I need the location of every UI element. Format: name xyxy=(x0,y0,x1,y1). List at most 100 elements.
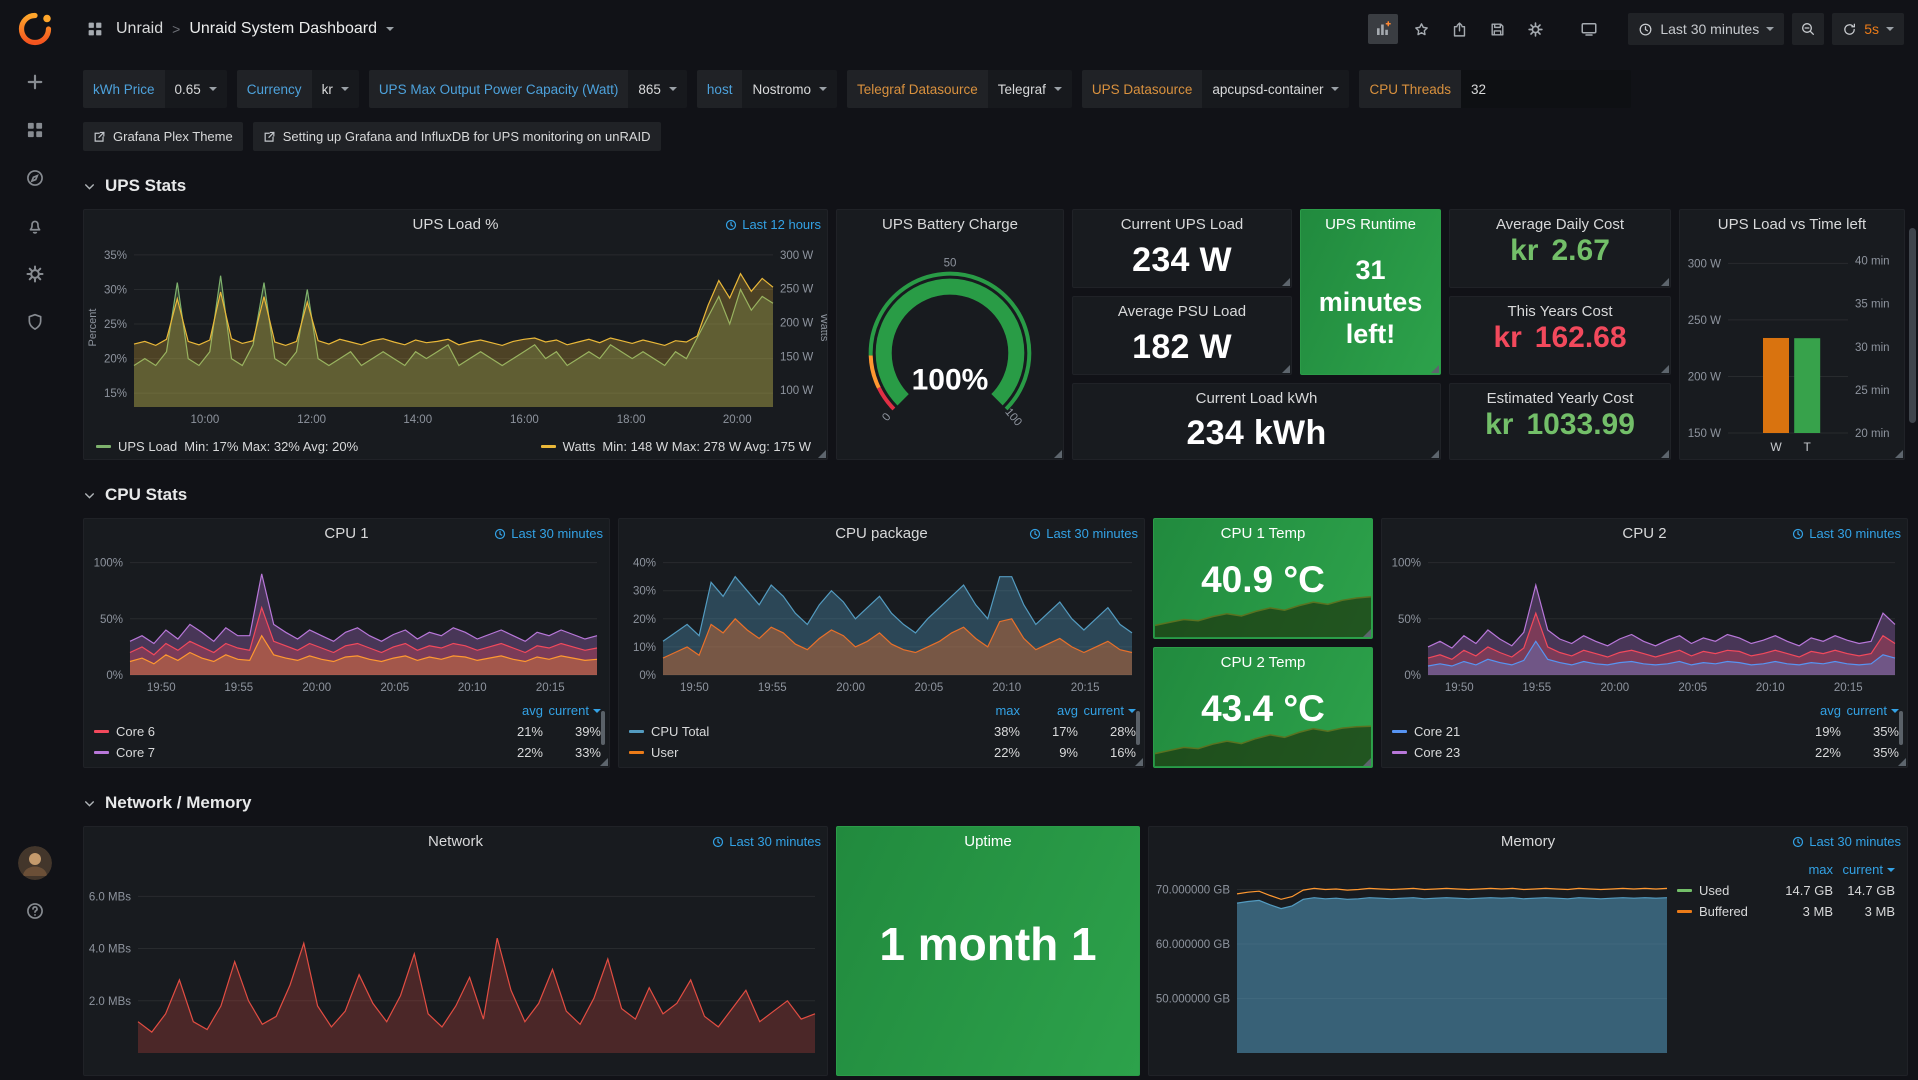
legend-col-avg[interactable]: avg xyxy=(485,703,543,718)
chevron-down-icon[interactable] xyxy=(386,27,394,31)
panel-title[interactable]: UPS Battery Charge xyxy=(882,216,1018,233)
row-header-ups-stats[interactable]: UPS Stats xyxy=(83,173,1908,199)
configuration-gear-icon[interactable] xyxy=(0,250,70,298)
create-plus-icon[interactable] xyxy=(0,58,70,106)
resize-handle[interactable] xyxy=(1054,450,1062,458)
panel-title[interactable]: Average PSU Load xyxy=(1118,303,1246,320)
panel-title[interactable]: CPU 2 Temp xyxy=(1221,654,1306,671)
panel-time-range[interactable]: Last 30 minutes xyxy=(1792,526,1901,541)
load-vs-time-chart[interactable]: 150 W200 W250 W300 W20 min25 min30 min35… xyxy=(1680,238,1904,459)
panel-title[interactable]: Current UPS Load xyxy=(1121,216,1244,233)
panel-time-range[interactable]: Last 30 minutes xyxy=(712,834,821,849)
refresh-interval[interactable]: 5s xyxy=(1864,21,1879,37)
resize-handle[interactable] xyxy=(1363,629,1371,637)
legend-series[interactable]: CPU Total xyxy=(629,724,962,739)
server-admin-shield-icon[interactable] xyxy=(0,298,70,346)
cpu2-chart[interactable]: 0%50%100%19:5019:5520:0020:0520:1020:15 xyxy=(1382,547,1907,697)
legend-series[interactable]: Core 6 xyxy=(94,724,485,739)
panel-title[interactable]: UPS Runtime xyxy=(1325,216,1416,233)
panel-title[interactable]: CPU 2 xyxy=(1622,525,1666,542)
explore-compass-icon[interactable] xyxy=(0,154,70,202)
variable-value-dropdown[interactable]: apcupsd-container xyxy=(1202,70,1349,108)
zoom-out-button[interactable] xyxy=(1792,13,1824,45)
resize-handle[interactable] xyxy=(600,758,608,766)
resize-handle[interactable] xyxy=(1282,365,1290,373)
time-range-picker[interactable]: Last 30 minutes xyxy=(1628,13,1784,45)
resize-handle[interactable] xyxy=(1661,278,1669,286)
legend-col-max[interactable]: max xyxy=(1771,862,1833,877)
panel-title[interactable]: Average Daily Cost xyxy=(1496,216,1624,233)
legend-series[interactable]: Buffered xyxy=(1677,904,1771,919)
row-header-cpu-stats[interactable]: CPU Stats xyxy=(83,482,1908,508)
resize-handle[interactable] xyxy=(1431,450,1439,458)
user-avatar[interactable] xyxy=(0,839,70,887)
panel-title[interactable]: Estimated Yearly Cost xyxy=(1487,390,1634,407)
apps-grid-icon[interactable] xyxy=(84,14,106,44)
panel-title[interactable]: UPS Load vs Time left xyxy=(1718,216,1866,233)
panel-title[interactable]: This Years Cost xyxy=(1507,303,1612,320)
resize-handle[interactable] xyxy=(1135,758,1143,766)
resize-handle[interactable] xyxy=(818,450,826,458)
legend-series[interactable]: Core 7 xyxy=(94,745,485,760)
variable-ups-datasource[interactable]: UPS Datasource apcupsd-container xyxy=(1082,70,1350,108)
panel-title[interactable]: Network xyxy=(428,833,483,850)
breadcrumb-folder[interactable]: Unraid xyxy=(116,20,163,38)
legend-col-current[interactable]: current xyxy=(1833,862,1895,877)
panel-title[interactable]: Uptime xyxy=(964,833,1012,850)
panel-title[interactable]: Current Load kWh xyxy=(1196,390,1318,407)
variable-value-dropdown[interactable]: Nostromo xyxy=(742,70,837,108)
resize-handle[interactable] xyxy=(1661,365,1669,373)
resize-handle[interactable] xyxy=(1898,758,1906,766)
legend-col-current[interactable]: current xyxy=(1078,703,1136,718)
legend-col-current[interactable]: current xyxy=(1841,703,1899,718)
resize-handle[interactable] xyxy=(1282,278,1290,286)
panel-title[interactable]: CPU package xyxy=(835,525,928,542)
panel-time-range[interactable]: Last 30 minutes xyxy=(1792,834,1901,849)
resize-handle[interactable] xyxy=(1661,450,1669,458)
link-ups-monitoring-guide[interactable]: Setting up Grafana and InfluxDB for UPS … xyxy=(253,122,661,151)
alerting-bell-icon[interactable] xyxy=(0,202,70,250)
legend-series[interactable]: Core 21 xyxy=(1392,724,1783,739)
cpu-threads-input[interactable] xyxy=(1461,70,1631,108)
panel-time-range[interactable]: Last 30 minutes xyxy=(1029,526,1138,541)
legend-col-avg[interactable]: avg xyxy=(1020,703,1078,718)
legend-series[interactable]: Core 23 xyxy=(1392,745,1783,760)
ups-load-chart[interactable]: 15%20%25%30%35%100 W150 W200 W250 W300 W… xyxy=(84,238,827,429)
variable-value-dropdown[interactable]: 0.65 xyxy=(165,70,227,108)
variable-value-dropdown[interactable]: Telegraf xyxy=(988,70,1072,108)
resize-handle[interactable] xyxy=(1431,365,1439,373)
legend-col-max[interactable]: max xyxy=(962,703,1020,718)
dashboard-title[interactable]: Unraid System Dashboard xyxy=(189,20,377,38)
legend-series[interactable]: User xyxy=(629,745,962,760)
variable-value-dropdown[interactable]: 865 xyxy=(628,70,687,108)
legend-scrollbar[interactable] xyxy=(1136,711,1140,745)
variable-telegraf-datasource[interactable]: Telegraf Datasource Telegraf xyxy=(847,70,1072,108)
star-button[interactable] xyxy=(1406,14,1436,44)
panel-time-range[interactable]: Last 12 hours xyxy=(725,217,821,232)
variable-ups-max-output[interactable]: UPS Max Output Power Capacity (Watt) 865 xyxy=(369,70,687,108)
panel-time-range[interactable]: Last 30 minutes xyxy=(494,526,603,541)
cycle-view-tv-icon[interactable] xyxy=(1574,14,1604,44)
legend-item[interactable]: Watts Min: 148 W Max: 278 W Avg: 175 W xyxy=(541,439,811,454)
legend-item[interactable]: UPS Load Min: 17% Max: 32% Avg: 20% xyxy=(96,439,358,454)
variable-kwh-price[interactable]: kWh Price 0.65 xyxy=(83,70,227,108)
add-panel-button[interactable] xyxy=(1368,14,1398,44)
panel-title[interactable]: CPU 1 xyxy=(324,525,368,542)
dashboard-settings-gear-icon[interactable] xyxy=(1520,14,1550,44)
cpu-package-chart[interactable]: 0%10%20%30%40%19:5019:5520:0020:0520:102… xyxy=(619,547,1144,697)
variable-value-dropdown[interactable]: kr xyxy=(312,70,359,108)
variable-host[interactable]: host Nostromo xyxy=(697,70,837,108)
panel-title[interactable]: UPS Load % xyxy=(413,216,499,233)
variable-cpu-threads[interactable]: CPU Threads xyxy=(1359,70,1631,108)
legend-scrollbar[interactable] xyxy=(1899,711,1903,745)
legend-col-avg[interactable]: avg xyxy=(1783,703,1841,718)
share-button[interactable] xyxy=(1444,14,1474,44)
cpu1-chart[interactable]: 0%50%100%19:5019:5520:0020:0520:1020:15 xyxy=(84,547,609,697)
grafana-logo[interactable] xyxy=(0,0,70,58)
resize-handle[interactable] xyxy=(1895,450,1903,458)
network-chart[interactable]: 2.0 MBs4.0 MBs6.0 MBs xyxy=(84,855,827,1075)
link-grafana-plex-theme[interactable]: Grafana Plex Theme xyxy=(83,122,243,151)
help-icon[interactable] xyxy=(0,887,70,935)
scrollbar-thumb[interactable] xyxy=(1909,228,1916,423)
save-button[interactable] xyxy=(1482,14,1512,44)
